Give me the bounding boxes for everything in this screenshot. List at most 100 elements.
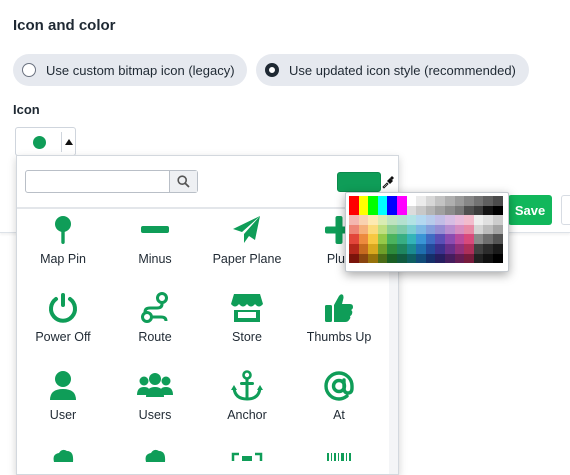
color-swatch[interactable] [444, 215, 455, 225]
color-swatch[interactable] [387, 253, 397, 264]
icon-option-users[interactable]: Users [109, 370, 201, 422]
color-swatch[interactable] [368, 253, 378, 264]
color-swatch[interactable] [425, 205, 436, 216]
color-swatch[interactable] [349, 196, 359, 206]
color-swatch[interactable] [435, 215, 445, 225]
color-swatch[interactable] [396, 205, 407, 216]
color-swatch[interactable] [387, 243, 397, 254]
color-swatch[interactable] [464, 224, 474, 235]
color-swatch[interactable] [454, 243, 465, 254]
color-swatch[interactable] [464, 243, 474, 254]
color-swatch[interactable] [377, 253, 388, 264]
color-swatch[interactable] [368, 234, 378, 244]
color-swatch[interactable] [483, 234, 493, 244]
color-swatch[interactable] [492, 205, 503, 216]
color-swatch[interactable] [358, 234, 369, 244]
color-swatch[interactable] [406, 196, 417, 206]
color-swatch[interactable] [435, 196, 445, 206]
color-swatch[interactable] [454, 196, 465, 206]
color-swatch[interactable] [406, 205, 417, 216]
color-swatch[interactable] [387, 234, 397, 244]
color-swatch[interactable] [349, 234, 359, 244]
color-swatch[interactable] [396, 253, 407, 264]
icon-option-route[interactable]: Route [109, 292, 201, 344]
icon-option-store[interactable]: Store [201, 292, 293, 344]
icon-option-paper-plane[interactable]: Paper Plane [201, 214, 293, 266]
color-swatch[interactable] [368, 243, 378, 254]
color-swatch[interactable] [425, 253, 436, 264]
color-swatch[interactable] [444, 224, 455, 235]
color-swatch[interactable] [416, 234, 426, 244]
icon-option-partial[interactable] [17, 448, 109, 462]
color-swatch[interactable] [358, 253, 369, 264]
color-swatch[interactable] [406, 253, 417, 264]
icon-option-power-off[interactable]: Power Off [17, 292, 109, 344]
color-swatch[interactable] [492, 234, 503, 244]
color-swatch[interactable] [396, 243, 407, 254]
color-swatch[interactable] [454, 234, 465, 244]
color-swatch[interactable] [416, 253, 426, 264]
color-swatch[interactable] [358, 215, 369, 225]
color-swatch[interactable] [349, 205, 359, 216]
color-swatch[interactable] [349, 224, 359, 235]
color-swatch[interactable] [464, 215, 474, 225]
color-swatch[interactable] [473, 224, 484, 235]
color-swatch[interactable] [406, 234, 417, 244]
color-swatch[interactable] [406, 243, 417, 254]
color-swatch[interactable] [416, 215, 426, 225]
color-swatch[interactable] [425, 224, 436, 235]
color-swatch[interactable] [396, 224, 407, 235]
color-swatch[interactable] [396, 215, 407, 225]
color-swatch[interactable] [483, 243, 493, 254]
color-swatch[interactable] [406, 215, 417, 225]
color-swatch[interactable] [444, 253, 455, 264]
color-swatch[interactable] [492, 215, 503, 225]
color-swatch[interactable] [483, 224, 493, 235]
color-swatch[interactable] [387, 224, 397, 235]
icon-option-map-pin[interactable]: Map Pin [17, 214, 109, 266]
icon-select-dropdown[interactable] [15, 127, 76, 156]
icon-color-button[interactable] [337, 172, 381, 192]
color-swatch[interactable] [435, 234, 445, 244]
color-swatch[interactable] [444, 243, 455, 254]
color-swatch[interactable] [464, 205, 474, 216]
color-swatch[interactable] [377, 234, 388, 244]
color-swatch[interactable] [425, 215, 436, 225]
color-swatch[interactable] [349, 243, 359, 254]
icon-option-thumbs-up[interactable]: Thumbs Up [293, 292, 385, 344]
icon-option-at[interactable]: At [293, 370, 385, 422]
icon-option-partial[interactable] [201, 451, 293, 461]
color-swatch[interactable] [435, 224, 445, 235]
color-swatch[interactable] [416, 196, 426, 206]
color-swatch[interactable] [416, 205, 426, 216]
color-swatch[interactable] [358, 196, 369, 206]
color-swatch[interactable] [387, 215, 397, 225]
icon-option-partial[interactable] [109, 448, 201, 462]
icon-option-minus[interactable]: Minus [109, 214, 201, 266]
color-swatch[interactable] [454, 253, 465, 264]
color-swatch[interactable] [483, 196, 493, 206]
search-button[interactable] [169, 171, 197, 192]
color-swatch[interactable] [377, 215, 388, 225]
color-swatch[interactable] [425, 234, 436, 244]
color-swatch[interactable] [473, 234, 484, 244]
color-swatch[interactable] [377, 196, 388, 206]
color-swatch[interactable] [406, 224, 417, 235]
color-swatch[interactable] [425, 243, 436, 254]
color-swatch[interactable] [492, 196, 503, 206]
color-swatch[interactable] [454, 224, 465, 235]
color-swatch[interactable] [464, 253, 474, 264]
color-swatch[interactable] [492, 224, 503, 235]
color-swatch[interactable] [435, 243, 445, 254]
color-swatch[interactable] [473, 196, 484, 206]
color-swatch[interactable] [425, 196, 436, 206]
color-swatch[interactable] [396, 196, 407, 206]
color-swatch[interactable] [377, 243, 388, 254]
color-swatch[interactable] [387, 196, 397, 206]
color-swatch[interactable] [377, 224, 388, 235]
color-swatch[interactable] [454, 215, 465, 225]
color-swatch[interactable] [377, 205, 388, 216]
color-swatch[interactable] [444, 196, 455, 206]
color-swatch[interactable] [387, 205, 397, 216]
color-swatch[interactable] [358, 224, 369, 235]
